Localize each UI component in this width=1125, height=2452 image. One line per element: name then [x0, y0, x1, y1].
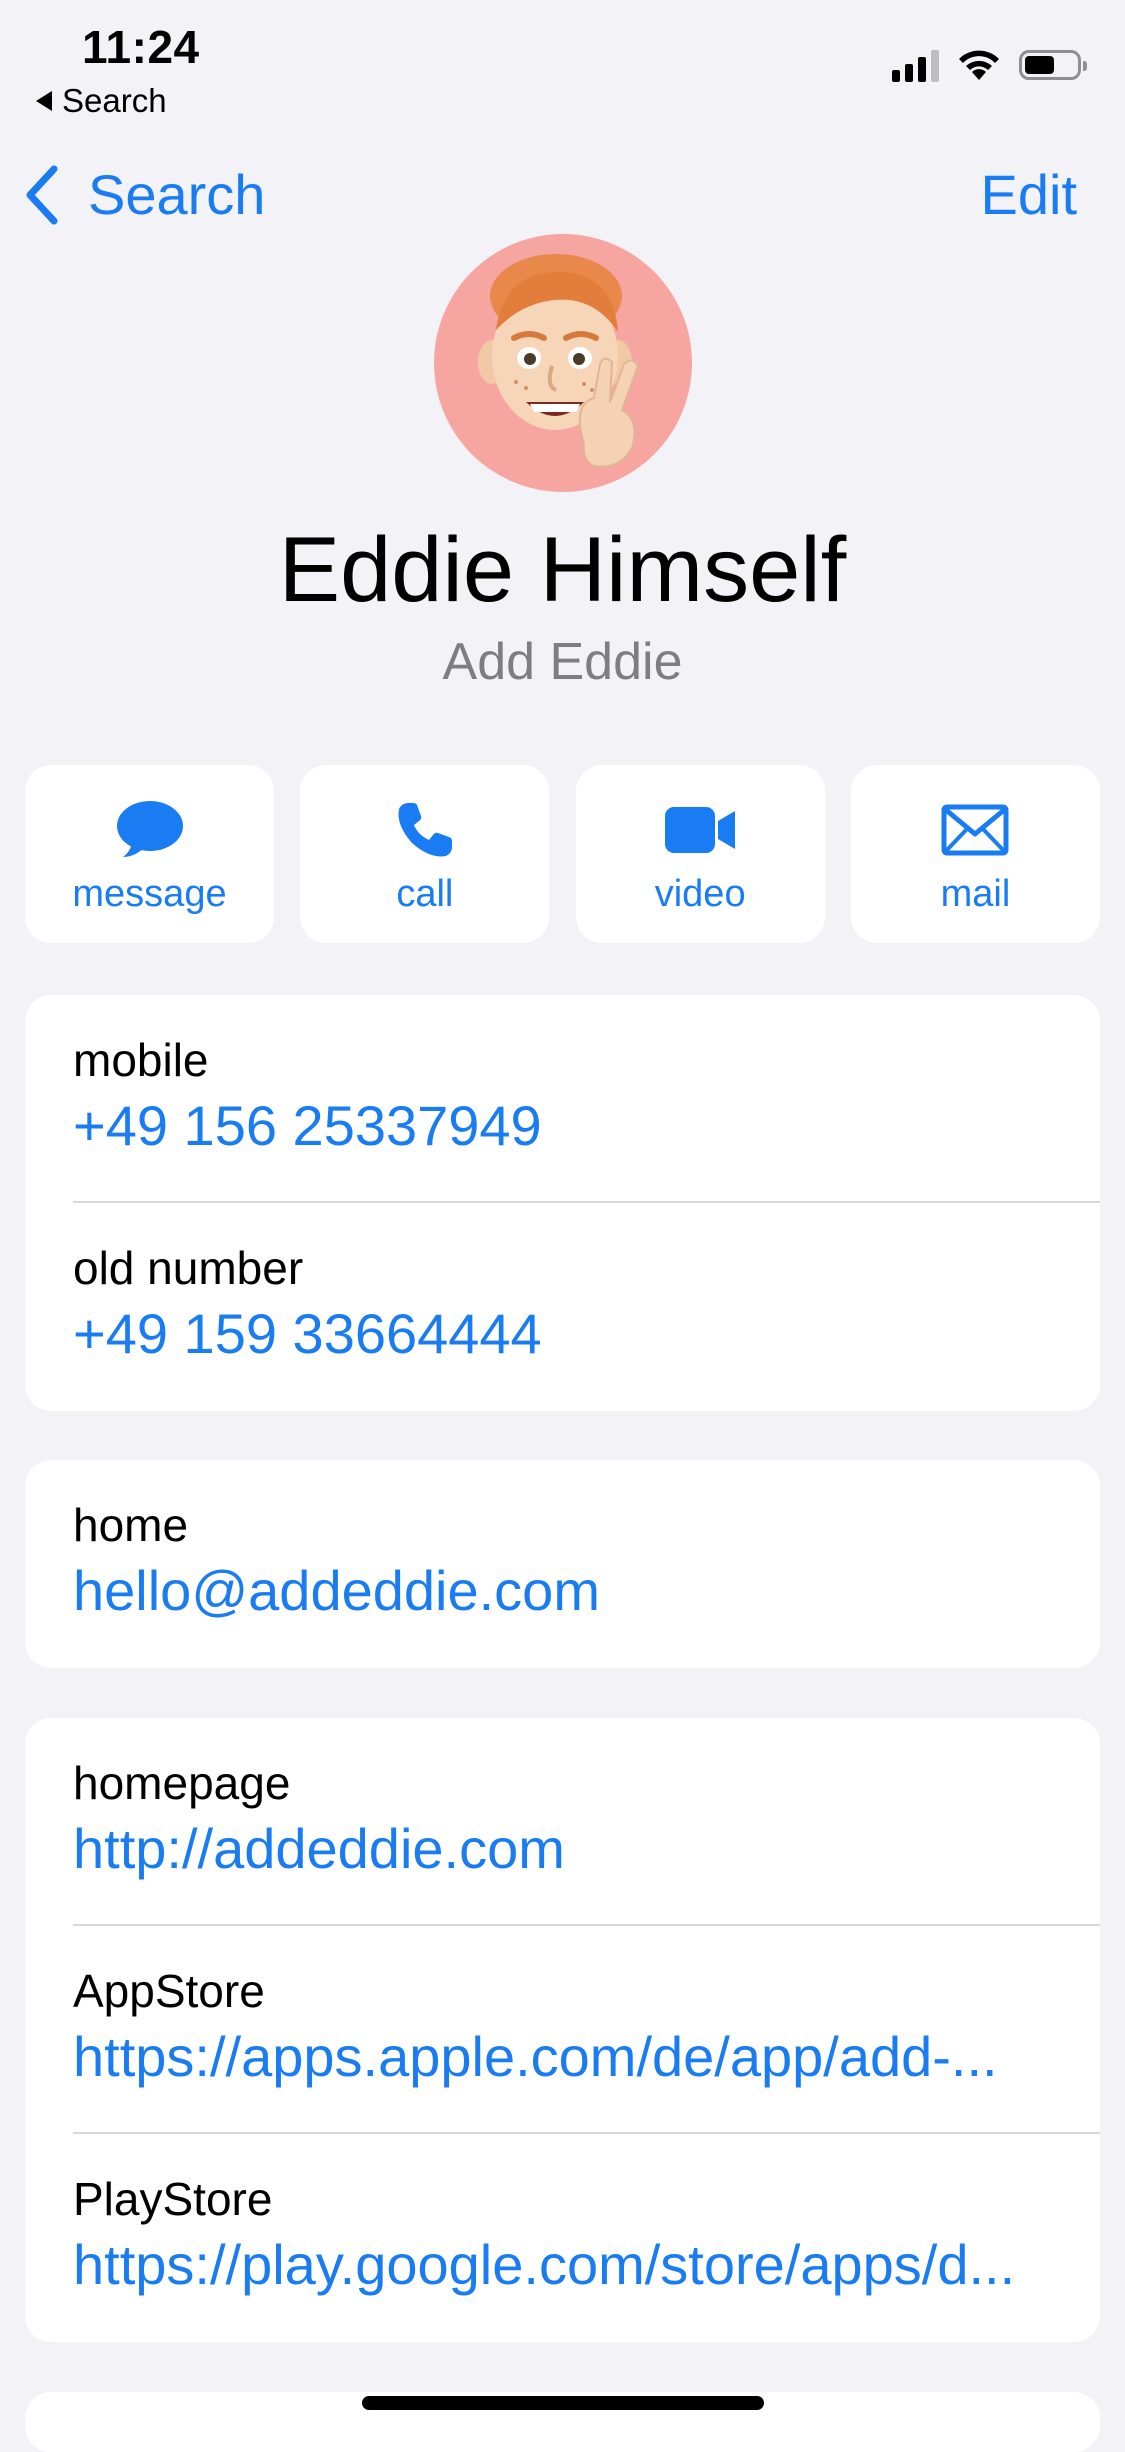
- contact-company: Add Eddie: [442, 633, 683, 691]
- video-camera-icon: [665, 807, 736, 853]
- edit-button[interactable]: Edit: [981, 162, 1078, 227]
- back-app-label: Search: [62, 82, 167, 119]
- video-label: video: [654, 873, 746, 915]
- message-bubble-icon: [116, 801, 183, 857]
- back-to-app-link[interactable]: Search: [36, 82, 167, 120]
- video-button[interactable]: video: [575, 765, 825, 943]
- contact-name: Eddie Himself: [278, 519, 847, 621]
- navigation-bar: Search Edit: [0, 150, 1125, 240]
- phone-icon: [398, 803, 452, 857]
- mail-button[interactable]: mail: [850, 765, 1100, 943]
- phone-label: old number: [73, 1242, 304, 1294]
- call-label: call: [396, 873, 454, 915]
- url-label: homepage: [73, 1757, 291, 1809]
- wifi-icon: [959, 50, 999, 80]
- memoji-avatar-icon: [478, 254, 640, 468]
- quick-actions: message call video mail: [25, 765, 1100, 943]
- home-indicator[interactable]: [362, 2396, 764, 2410]
- url-link[interactable]: http://addeddie.com: [73, 1816, 1060, 1881]
- phone-row-old-number[interactable]: old number +49 159 33664444: [25, 1203, 1100, 1411]
- phone-number[interactable]: +49 159 33664444: [73, 1301, 1060, 1366]
- contact-avatar[interactable]: [434, 234, 692, 492]
- phone-numbers-card: mobile +49 156 25337949 old number +49 1…: [25, 995, 1100, 1411]
- url-row-appstore[interactable]: AppStore https://apps.apple.com/de/app/a…: [25, 1926, 1100, 2134]
- url-link[interactable]: https://apps.apple.com/de/app/add-...: [73, 2024, 1060, 2089]
- email-card: home hello@addeddie.com: [25, 1460, 1100, 1668]
- status-time: 11:24: [82, 21, 200, 73]
- email-address[interactable]: hello@addeddie.com: [73, 1558, 1060, 1623]
- url-row-homepage[interactable]: homepage http://addeddie.com: [25, 1718, 1100, 1926]
- url-label: AppStore: [73, 1965, 265, 2017]
- back-button-label: Search: [88, 163, 266, 226]
- phone-number[interactable]: +49 156 25337949: [73, 1093, 1060, 1158]
- url-label: PlayStore: [73, 2173, 273, 2225]
- system-icons: [892, 48, 1087, 82]
- phone-label: mobile: [73, 1034, 209, 1086]
- email-row-home[interactable]: home hello@addeddie.com: [25, 1460, 1100, 1668]
- battery-icon: [1019, 50, 1087, 80]
- url-row-playstore[interactable]: PlayStore https://play.google.com/store/…: [25, 2134, 1100, 2342]
- back-triangle-icon: [36, 91, 52, 111]
- envelope-icon: [941, 804, 1009, 856]
- message-label: message: [72, 873, 227, 915]
- message-button[interactable]: message: [25, 765, 274, 943]
- back-button[interactable]: Search: [24, 162, 265, 227]
- chevron-left-icon: [26, 165, 58, 224]
- call-button[interactable]: call: [300, 765, 550, 943]
- cellular-signal-icon: [892, 48, 939, 82]
- urls-card: homepage http://addeddie.com AppStore ht…: [25, 1718, 1100, 2342]
- phone-row-mobile[interactable]: mobile +49 156 25337949: [25, 995, 1100, 1203]
- status-bar: 11:24 Search: [0, 0, 1125, 130]
- mail-label: mail: [940, 873, 1011, 915]
- url-link[interactable]: https://play.google.com/store/apps/d...: [73, 2232, 1060, 2297]
- email-label: home: [73, 1499, 189, 1551]
